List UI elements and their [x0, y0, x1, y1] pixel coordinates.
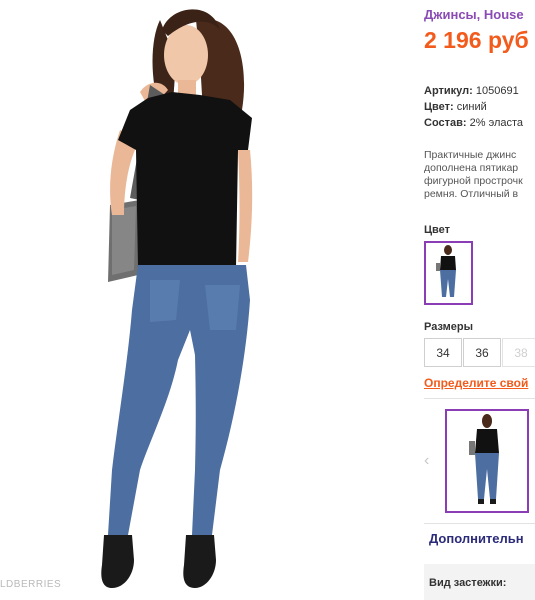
divider	[424, 398, 535, 399]
product-price: 2 196 руб	[424, 27, 529, 53]
divider	[424, 523, 535, 524]
color-label: Цвет:	[424, 101, 454, 113]
article-value: 1050691	[475, 85, 519, 97]
article-row: Артикул: 1050691	[424, 85, 519, 97]
size-option-34[interactable]: 34	[424, 338, 462, 367]
chevron-left-icon[interactable]: ‹	[424, 452, 429, 470]
description-line: дополнена пятикар	[424, 162, 519, 174]
size-option-38[interactable]: 38	[502, 338, 535, 367]
color-value: синий	[456, 101, 487, 113]
clasp-type-label: Вид застежки:	[429, 577, 507, 589]
color-swatch[interactable]	[424, 241, 473, 305]
composition-value: 2% эласта	[469, 117, 524, 129]
composition-label: Состав:	[424, 117, 467, 129]
product-description: Практичные джинс дополнена пятикар фигур…	[424, 149, 535, 201]
gallery-thumbnail-image	[469, 414, 499, 504]
article-label: Артикул:	[424, 85, 473, 97]
model-illustration	[101, 9, 253, 588]
gallery-thumbnail[interactable]	[445, 409, 529, 513]
composition-row: Состав: 2% эласта	[424, 117, 523, 129]
product-title[interactable]: Джинсы, House	[424, 7, 524, 22]
color-row: Цвет: синий	[424, 101, 487, 113]
more-info-link[interactable]: Дополнительн	[429, 531, 524, 546]
color-swatch-thumbnail	[436, 245, 456, 297]
product-photo[interactable]: LDBERRIES	[0, 0, 405, 600]
brand-watermark: LDBERRIES	[0, 579, 62, 590]
size-guide-link[interactable]: Определите свой	[424, 376, 528, 390]
sizes-label: Размеры	[424, 321, 474, 333]
color-section-label: Цвет	[424, 224, 451, 236]
description-line: ремня. Отличный в	[424, 188, 519, 200]
size-option-36[interactable]: 36	[463, 338, 501, 367]
description-line: Практичные джинс	[424, 149, 517, 161]
description-line: фигурной прострочк	[424, 175, 523, 187]
